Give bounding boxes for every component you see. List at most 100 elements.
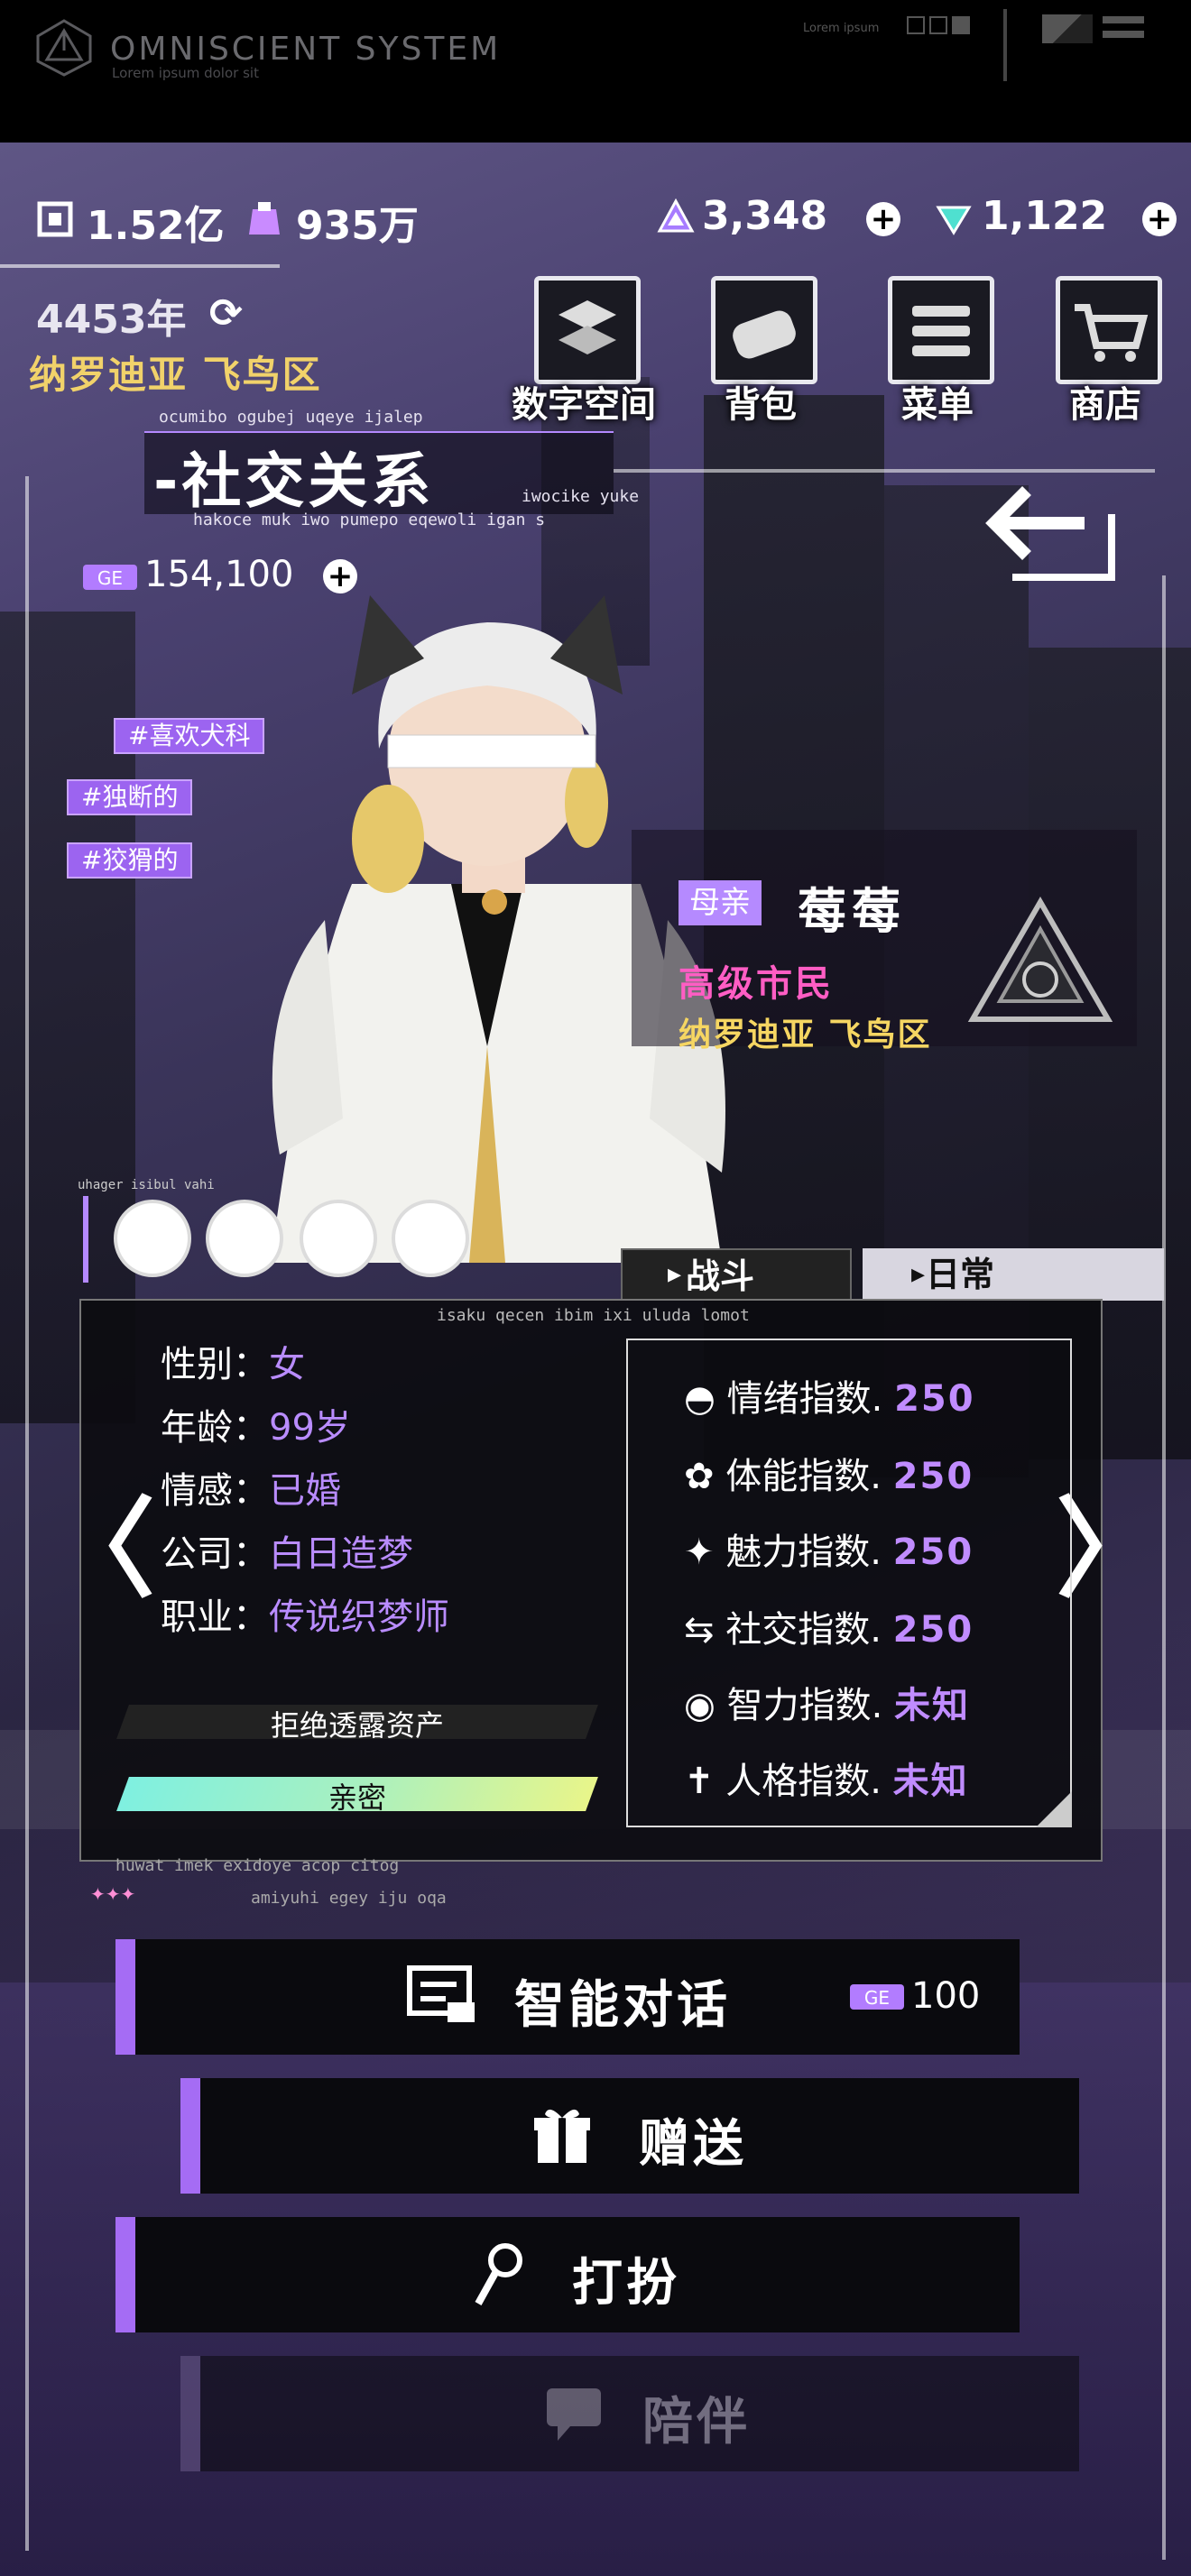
top-brand-bar: OMNISCIENT SYSTEM Lorem ipsum dolor sit …	[0, 0, 1191, 143]
crystal-icon	[657, 198, 695, 233]
shop-icon	[1056, 276, 1162, 384]
add-gem-button[interactable]: +	[1142, 202, 1177, 236]
gift-icon	[534, 2109, 590, 2163]
profile-key: 年龄：	[161, 1407, 269, 1449]
stat-value: 250	[892, 1609, 974, 1651]
emblem-icon	[967, 896, 1113, 1022]
nav-shop-button[interactable]: 商店	[1047, 276, 1164, 426]
skills-accent	[83, 1196, 88, 1283]
trait-tag: #狡猾的	[67, 842, 193, 879]
title-caption-top: ocumibo ogubej uqeye ijalep	[159, 408, 423, 427]
status-glyph-icon	[1103, 16, 1144, 23]
stat-row: ✿ 体能指数. 250	[684, 1447, 974, 1499]
tab-label: 战斗	[686, 1256, 755, 1296]
frame-line	[0, 264, 280, 268]
coin-bag-icon	[249, 202, 280, 235]
stat-row: ⇆ 社交指数. 250	[684, 1600, 974, 1652]
brand-mini-text: Lorem ipsum	[803, 22, 880, 35]
chat-icon	[407, 1965, 475, 2022]
world-year: 4453年	[36, 297, 187, 343]
status-glyph-icon	[1103, 31, 1144, 38]
title-caption-side: iwocike yuke	[522, 487, 640, 506]
tab-arrow-icon: ▸	[911, 1258, 926, 1290]
trait-tag: #独断的	[67, 779, 193, 815]
stat-value: 250	[892, 1532, 974, 1573]
relation-badge: 母亲	[679, 880, 762, 925]
profile-key: 性别：	[161, 1344, 269, 1385]
beast-icon[interactable]	[300, 1200, 377, 1277]
stat-label: 魅力指数.	[725, 1532, 882, 1573]
panel-caption: isaku qecen ibim ixi uluda lomot	[437, 1306, 750, 1325]
nav-menu-button[interactable]: 菜单	[879, 276, 996, 426]
nav-label: 背包	[725, 384, 797, 426]
wand-icon	[475, 2243, 522, 2305]
stamina-icon: ✿	[684, 1456, 726, 1497]
nav-bag-button[interactable]: 背包	[702, 276, 819, 426]
wolf-icon[interactable]	[114, 1200, 191, 1277]
status-glyph-icon	[1042, 14, 1093, 43]
stat-value: 未知	[894, 1685, 971, 1726]
divider	[1003, 9, 1007, 81]
dress-up-button[interactable]: 打扮	[115, 2217, 1020, 2332]
star-icon[interactable]	[392, 1200, 469, 1277]
profile-row: 情感：已婚	[161, 1461, 341, 1513]
profile-key: 职业：	[161, 1596, 269, 1638]
corner-decoration	[1036, 1791, 1072, 1827]
stat-label: 情绪指数.	[726, 1378, 883, 1420]
brand-title: OMNISCIENT SYSTEM	[110, 31, 502, 68]
smart-chat-button[interactable]: 智能对话 GE 100	[115, 1939, 1020, 2055]
action-label: 陪伴	[642, 2393, 751, 2452]
sparkle-icon: ✦✦✦	[90, 1883, 136, 1905]
frame-line	[614, 469, 1155, 473]
profile-row: 公司：白日造梦	[161, 1524, 413, 1577]
profile-value: 已婚	[269, 1470, 341, 1512]
dragon-icon[interactable]	[206, 1200, 283, 1277]
mood-icon: ◓	[684, 1378, 727, 1420]
page-title: -社交关系	[153, 446, 435, 516]
next-character-arrow[interactable]: 〉	[1056, 1461, 1164, 1618]
asset-label: 拒绝透露资产	[270, 1708, 444, 1743]
stat-row: ◉ 智力指数. 未知	[684, 1676, 970, 1728]
nav-label: 商店	[1069, 384, 1141, 426]
refresh-icon[interactable]: ⟳	[209, 290, 243, 336]
stat-label: 社交指数.	[725, 1609, 882, 1651]
digital-space-icon	[534, 276, 641, 384]
stat-row: ✦ 魅力指数. 250	[684, 1523, 974, 1575]
profile-value: 女	[269, 1344, 305, 1385]
stat-value: 250	[894, 1378, 975, 1420]
citizen-rank: 高级市民	[679, 963, 834, 1005]
stat-row: ◓ 情绪指数. 250	[684, 1369, 975, 1421]
gift-button[interactable]: 赠送	[180, 2078, 1079, 2194]
action-label: 打扮	[572, 2254, 680, 2313]
title-caption-bottom: hakoce muk iwo pumepo eqewoli igan s	[193, 511, 546, 529]
stat-label: 智力指数.	[726, 1685, 883, 1726]
affection-icon: GE	[83, 565, 137, 590]
square-icon	[952, 16, 970, 34]
tab-daily[interactable]: 日常	[863, 1248, 1164, 1301]
companion-button[interactable]: 陪伴	[180, 2356, 1079, 2471]
message-icon	[547, 2388, 601, 2441]
chip-icon	[37, 201, 73, 237]
add-crystal-button[interactable]: +	[866, 202, 900, 236]
action-label: 赠送	[639, 2115, 747, 2174]
stat-row: ✝ 人格指数. 未知	[684, 1752, 969, 1804]
currency-value: 935万	[296, 203, 419, 249]
back-arrow-button[interactable]	[976, 478, 1121, 586]
svg-text:GE: GE	[864, 1987, 890, 2009]
charm-icon: ✦	[684, 1532, 726, 1573]
tab-battle[interactable]: 战斗	[621, 1248, 852, 1301]
nav-digital-space-button[interactable]: 数字空间	[512, 276, 656, 426]
square-icon	[929, 16, 947, 34]
profile-value: 99岁	[269, 1407, 351, 1449]
prev-character-arrow[interactable]: 〈	[47, 1461, 155, 1618]
nav-label: 菜单	[901, 384, 974, 426]
profile-value: 传说织梦师	[269, 1596, 449, 1638]
frame-line	[25, 476, 29, 2551]
gem-icon	[936, 206, 972, 235]
panel-footer-text: amiyuhi egey iju oqa	[251, 1889, 447, 1908]
svg-text:GE: GE	[97, 567, 123, 589]
personality-icon: ✝	[684, 1761, 726, 1802]
currency-value: 1.52亿	[87, 203, 225, 249]
chat-cost: 100	[911, 1975, 981, 2017]
profile-key: 情感：	[161, 1470, 269, 1512]
